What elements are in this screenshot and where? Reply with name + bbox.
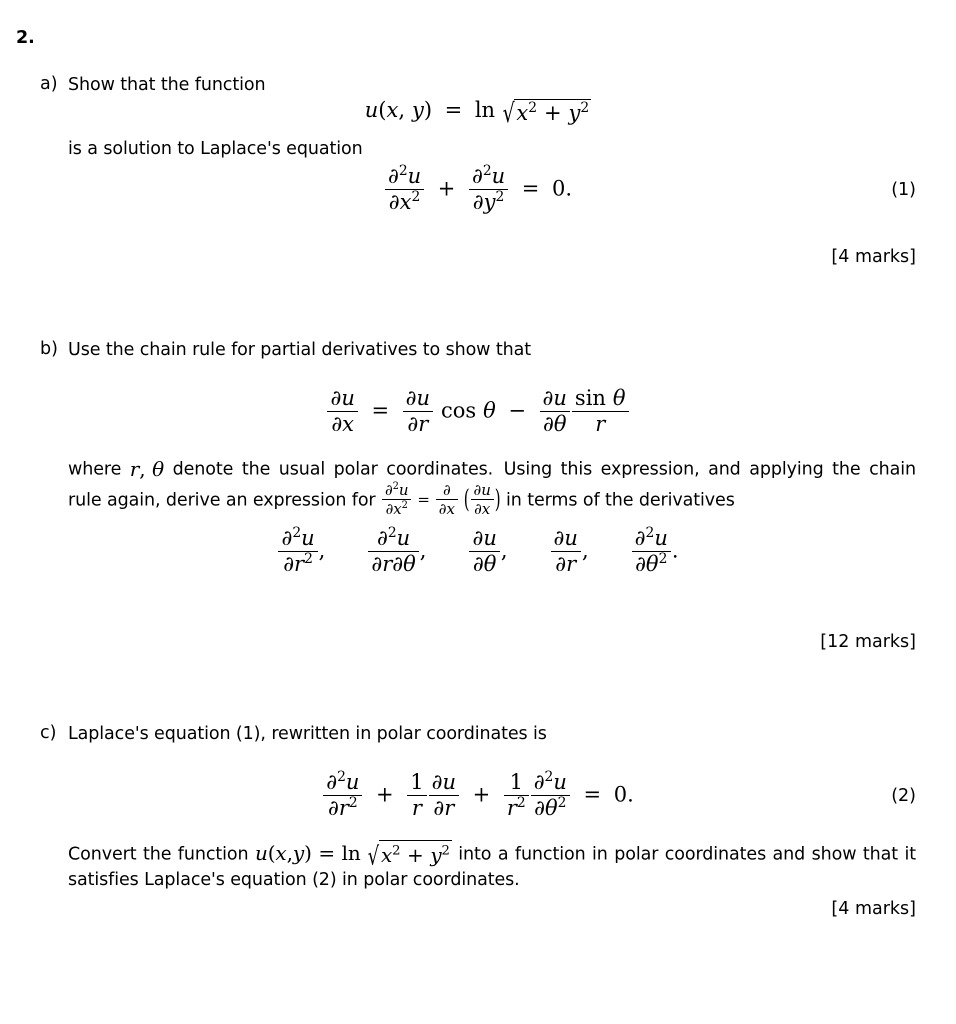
equation-2-number: (2) (891, 786, 916, 806)
equation-chain-rule: ∂u ∂x = ∂u ∂r cos θ − ∂u ∂θ sin θ r (40, 387, 916, 436)
equation-2-math: ∂2u ∂r2 +1 r ∂u ∂r +1 r2 ∂2u ∂θ2 = 0. (322, 770, 634, 820)
part-b-paragraph: where r, θ denote the usual polar coordin… (68, 456, 916, 518)
question-part-a: a) Show that the function (40, 74, 916, 98)
part-b-line-1: Use the chain rule for partial derivativ… (68, 340, 531, 360)
equation-u-definition-math: u(x, y) = ln √x2 + y2 (364, 98, 592, 129)
part-a-marks: [4 marks] (831, 247, 916, 267)
document-page: 2. a) Show that the function u(x, y) = ln √x… (0, 0, 956, 1024)
question-part-c: c) Laplace's equation (1), rewritten in … (40, 723, 916, 747)
equation-2-laplace-polar: ∂2u ∂r2 +1 r ∂u ∂r +1 r2 ∂2u ∂θ2 = 0. (2) (40, 770, 916, 820)
question-part-b-paragraph: where r, θ denote the usual polar coordin… (40, 456, 916, 518)
part-a-label: a) (40, 74, 58, 94)
part-b-paragraph-suffix: in terms of the derivatives (500, 490, 735, 511)
part-b-paragraph-mid: denote the usual polar coordinates. (164, 459, 494, 480)
equation-1-laplace-cartesian: ∂2u ∂x2 + ∂2u ∂y2 = 0. (1) (40, 164, 916, 214)
part-c-label: c) (40, 723, 57, 743)
part-b-marks: [12 marks] (820, 632, 916, 652)
equation-1-number: (1) (891, 180, 916, 200)
equation-u-definition: u(x, y) = ln √x2 + y2 (40, 98, 916, 129)
part-c-paragraph-prefix: Convert the function (68, 844, 255, 865)
part-c-marks: [4 marks] (831, 899, 916, 919)
part-c-paragraph: Convert the function u(x,y) = ln √x2 + y2 int… (68, 840, 916, 893)
part-b-label: b) (40, 339, 58, 359)
part-a-line-1: Show that the function (68, 75, 266, 95)
derivative-list: ∂2u ∂r2, ∂2u ∂r∂θ, ∂u ∂θ, ∂u ∂r, ∂2u ∂θ2. (40, 526, 916, 576)
question-part-a-line2: is a solution to Laplace's equation (40, 138, 916, 162)
inline-math-r-theta: r, θ (129, 457, 165, 481)
question-part-c-paragraph: Convert the function u(x,y) = ln √x2 + y2 int… (40, 840, 916, 893)
inline-math-u-definition: u(x,y) = ln √x2 + y2 (254, 840, 452, 871)
equation-chain-rule-math: ∂u ∂x = ∂u ∂r cos θ − ∂u ∂θ sin θ r (326, 387, 629, 436)
question-part-b: b) Use the chain rule for partial deriva… (40, 339, 916, 363)
part-c-line-1: Laplace's equation (1), rewritten in pol… (68, 724, 547, 744)
question-number: 2. (16, 28, 35, 48)
equation-1-math: ∂2u ∂x2 + ∂2u ∂y2 = 0. (384, 164, 572, 214)
derivative-list-math: ∂2u ∂r2, ∂2u ∂r∂θ, ∂u ∂θ, ∂u ∂r, ∂2u ∂θ2. (277, 526, 679, 576)
part-a-line-2: is a solution to Laplace's equation (68, 139, 363, 159)
inline-math-second-derivative: ∂2u ∂x2 = ∂ ∂x(∂u ∂x) (381, 482, 501, 518)
part-b-paragraph-prefix: where (68, 459, 130, 480)
